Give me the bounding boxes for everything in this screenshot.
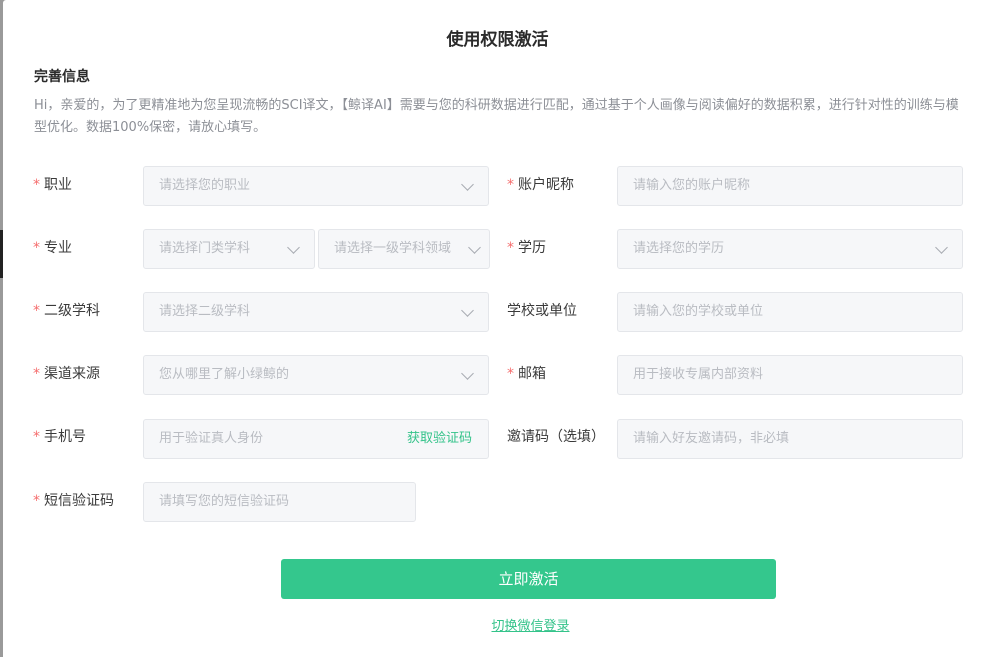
occupation-placeholder: 请选择您的职业 [159, 178, 251, 193]
email-label: * 邮箱 [507, 354, 546, 394]
sms-code-label: * 短信验证码 [33, 481, 114, 521]
school-label: 学校或单位 [507, 291, 577, 331]
education-placeholder: 请选择您的学历 [633, 241, 725, 256]
phone-placeholder: 用于验证真人身份 [159, 431, 264, 446]
email-placeholder: 用于接收专属内部资料 [633, 367, 764, 382]
chevron-down-icon [935, 241, 948, 254]
chevron-down-icon [468, 241, 481, 254]
education-select[interactable]: 请选择您的学历 [617, 229, 963, 269]
secondary-subject-placeholder: 请选择二级学科 [159, 304, 251, 319]
phone-input[interactable]: 用于验证真人身份 获取验证码 [143, 419, 489, 459]
modal-title: 使用权限激活 [446, 30, 549, 50]
required-mark: * [33, 303, 40, 319]
get-code-button[interactable]: 获取验证码 [407, 420, 472, 458]
channel-label-text: 渠道来源 [44, 366, 100, 382]
invite-code-label: 邀请码（选填） [507, 417, 605, 457]
channel-placeholder: 您从哪里了解小绿鲸的 [159, 367, 290, 382]
major-primary-select[interactable]: 请选择一级学科领域 [318, 229, 490, 269]
education-label-text: 学历 [518, 240, 546, 256]
school-input[interactable]: 请输入您的学校或单位 [617, 292, 963, 332]
activate-button[interactable]: 立即激活 [281, 559, 776, 599]
required-mark: * [507, 366, 514, 382]
switch-wechat-login-text[interactable]: 切换微信登录 [491, 619, 569, 634]
sms-code-input[interactable]: 请填写您的短信验证码 [143, 482, 416, 522]
switch-wechat-login-link[interactable]: 切换微信登录 [3, 615, 992, 634]
phone-label: * 手机号 [33, 417, 86, 457]
sms-code-placeholder: 请填写您的短信验证码 [159, 494, 290, 509]
chevron-down-icon [461, 367, 474, 380]
section-title: 完善信息 [34, 69, 90, 85]
required-mark: * [33, 240, 40, 256]
sms-code-label-text: 短信验证码 [44, 493, 114, 509]
required-mark: * [507, 177, 514, 193]
required-mark: * [33, 366, 40, 382]
secondary-subject-label-text: 二级学科 [44, 303, 100, 319]
secondary-subject-label: * 二级学科 [33, 291, 100, 331]
education-label: * 学历 [507, 228, 546, 268]
required-mark: * [33, 493, 40, 509]
occupation-label-text: 职业 [44, 177, 72, 193]
occupation-label: * 职业 [33, 165, 72, 205]
chevron-down-icon [461, 304, 474, 317]
major-primary-placeholder: 请选择一级学科领域 [334, 241, 452, 256]
required-mark: * [507, 240, 514, 256]
major-label: * 专业 [33, 228, 72, 268]
required-mark: * [33, 429, 40, 445]
nickname-label-text: 账户昵称 [518, 177, 574, 193]
chevron-down-icon [287, 241, 300, 254]
invite-code-input[interactable]: 请输入好友邀请码，非必填 [617, 419, 963, 459]
intro-text: Hi，亲爱的，为了更精准地为您呈现流畅的SCI译文，【鲸译AI】需要与您的科研数… [34, 98, 959, 135]
phone-label-text: 手机号 [44, 429, 86, 445]
school-placeholder: 请输入您的学校或单位 [633, 304, 764, 319]
invite-code-label-text: 邀请码（选填） [507, 429, 605, 445]
activation-modal: 使用权限激活 完善信息 Hi，亲爱的，为了更精准地为您呈现流畅的SCI译文，【鲸… [3, 0, 992, 657]
school-label-text: 学校或单位 [507, 303, 577, 319]
secondary-subject-select[interactable]: 请选择二级学科 [143, 292, 489, 332]
nickname-placeholder: 请输入您的账户昵称 [633, 178, 751, 193]
email-input[interactable]: 用于接收专属内部资料 [617, 355, 963, 395]
nickname-label: * 账户昵称 [507, 165, 574, 205]
channel-label: * 渠道来源 [33, 354, 100, 394]
major-category-placeholder: 请选择门类学科 [159, 241, 251, 256]
major-category-select[interactable]: 请选择门类学科 [143, 229, 315, 269]
required-mark: * [33, 177, 40, 193]
nickname-input[interactable]: 请输入您的账户昵称 [617, 166, 963, 206]
major-label-text: 专业 [44, 240, 72, 256]
occupation-select[interactable]: 请选择您的职业 [143, 166, 489, 206]
email-label-text: 邮箱 [518, 366, 546, 382]
invite-code-placeholder: 请输入好友邀请码，非必填 [633, 431, 790, 446]
chevron-down-icon [461, 178, 474, 191]
channel-select[interactable]: 您从哪里了解小绿鲸的 [143, 355, 489, 395]
